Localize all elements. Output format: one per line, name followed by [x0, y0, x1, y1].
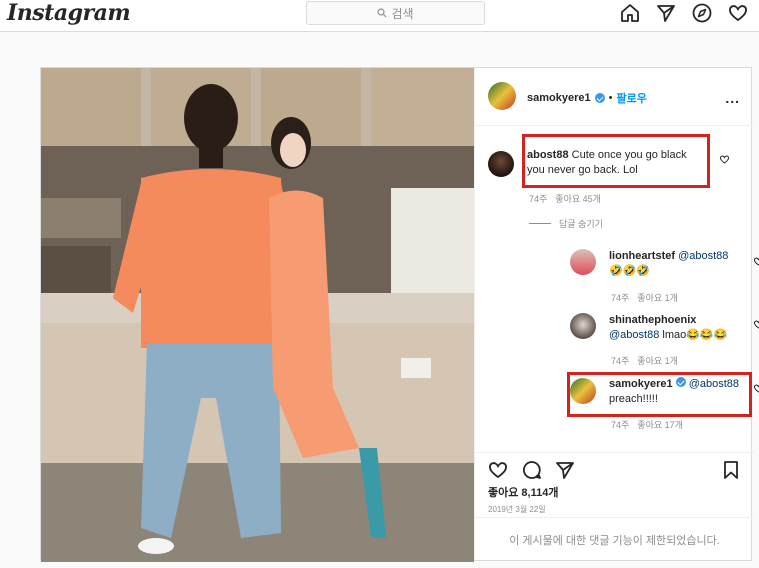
reply-time: 74주 [611, 356, 630, 366]
separator-dot: • [608, 92, 613, 104]
comment-bubble-icon[interactable] [521, 459, 543, 481]
hide-replies-label: 답글 숨기기 [559, 219, 603, 229]
save-bookmark-icon[interactable] [720, 459, 742, 481]
reply-likes[interactable]: 좋아요 17개 [637, 418, 683, 431]
nav-icons [619, 2, 749, 24]
reply-like-heart-icon[interactable] [753, 383, 759, 394]
post-card: samokyere1 • 팔로우 ... abost88 Cute once y… [40, 67, 759, 562]
post-date[interactable]: 2019년 3월 22일 [488, 504, 546, 515]
likes-count[interactable]: 좋아요 8,114개 [488, 484, 558, 500]
photo-illustration [41, 68, 474, 562]
reply-like-heart-icon[interactable] [753, 319, 759, 330]
comment-like-heart-icon[interactable] [719, 154, 730, 165]
author-avatar[interactable] [488, 82, 516, 110]
comment-likes[interactable]: 좋아요 45개 [555, 192, 601, 205]
more-options-icon[interactable]: ... [725, 90, 740, 106]
reply-like-heart-icon[interactable] [753, 256, 759, 267]
post-side-panel: samokyere1 • 팔로우 ... abost88 Cute once y… [474, 68, 759, 562]
search-placeholder: 검색 [391, 6, 414, 21]
reply-time: 74주 [611, 293, 630, 303]
reply-time: 74주 [611, 420, 630, 430]
reply-username[interactable]: shinathephoenix [609, 314, 696, 326]
reply-text-block: shinathephoenix @abost88 lmao😂😂😂 [609, 313, 744, 343]
comments-disabled-notice: 이 게시물에 대한 댓글 기능이 제한되었습니다. [475, 517, 754, 562]
author-username[interactable]: samokyere1 [527, 92, 591, 104]
reply-meta: 74주 좋아요 1개 [611, 291, 678, 304]
comment-avatar[interactable] [488, 151, 514, 177]
search-input[interactable]: 검색 [306, 1, 485, 25]
reply-text: 🤣🤣🤣 [609, 265, 651, 277]
reply-likes[interactable]: 좋아요 1개 [637, 354, 678, 367]
reply-text-block: lionheartstef @abost88 🤣🤣🤣 [609, 249, 739, 279]
direct-icon[interactable] [655, 2, 677, 24]
highlight-box-comment [522, 134, 710, 188]
reply-meta: 74주 좋아요 17개 [611, 418, 683, 431]
share-direct-icon[interactable] [554, 459, 576, 481]
follow-button[interactable]: 팔로우 [616, 90, 646, 106]
instagram-logo[interactable]: Instagram [7, 0, 131, 26]
post-header: samokyere1 • 팔로우 ... [475, 68, 754, 126]
reply-avatar[interactable] [570, 249, 596, 275]
comment-time: 74주 [529, 194, 548, 204]
reply-likes[interactable]: 좋아요 1개 [637, 291, 678, 304]
search-icon [377, 8, 387, 18]
hide-replies-line [529, 223, 551, 224]
home-icon[interactable] [619, 2, 641, 24]
reply-meta: 74주 좋아요 1개 [611, 354, 678, 367]
comment-meta: 74주 좋아요 45개 [529, 192, 601, 205]
reply-username[interactable]: lionheartstef [609, 250, 675, 262]
activity-heart-icon[interactable] [727, 2, 749, 24]
top-navigation-bar: Instagram 검색 [0, 0, 759, 32]
reply-mention[interactable]: @abost88 [678, 250, 728, 262]
reply-text: lmao😂😂😂 [662, 329, 728, 341]
author-line: samokyere1 • 팔로우 [527, 90, 647, 106]
reply-mention[interactable]: @abost88 [609, 329, 659, 341]
verified-badge-icon [594, 93, 605, 103]
highlight-box-reply [567, 372, 752, 417]
like-heart-icon[interactable] [487, 459, 509, 481]
explore-icon[interactable] [691, 2, 713, 24]
post-photo[interactable] [41, 68, 474, 562]
hide-replies-toggle[interactable]: 답글 숨기기 [529, 217, 603, 230]
reply-avatar[interactable] [570, 313, 596, 339]
